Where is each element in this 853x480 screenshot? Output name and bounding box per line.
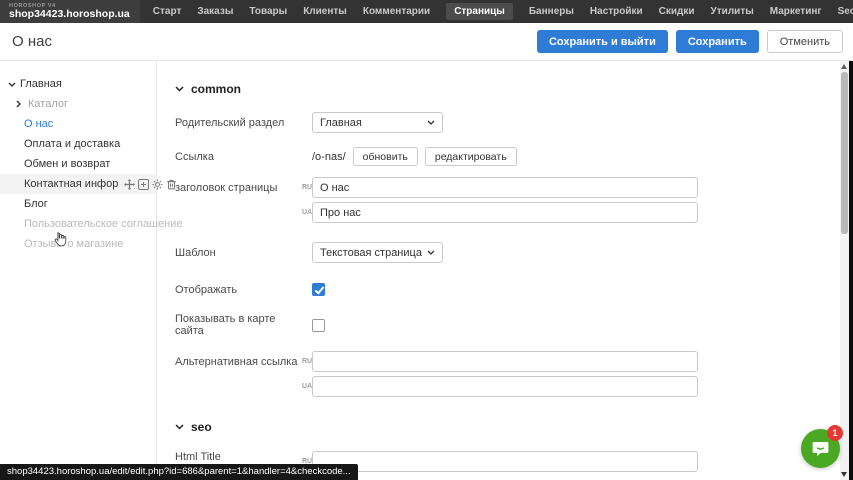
lang-badge-ru: RU bbox=[302, 184, 312, 191]
tree-item-otzyvy-o-magazine[interactable]: Отзывы о магазине bbox=[0, 234, 156, 254]
chevron-down-icon bbox=[427, 250, 435, 255]
alt-link-ua-row: UA bbox=[175, 376, 853, 397]
parent-section-select[interactable]: Главная bbox=[312, 112, 443, 133]
menu-item-orders[interactable]: Заказы bbox=[197, 3, 233, 20]
page-header: О нас Сохранить и выйти Сохранить Отмени… bbox=[0, 23, 853, 61]
field-label: Родительский раздел bbox=[175, 117, 302, 129]
link-row: Ссылка /o-nas/ обновить редактировать bbox=[175, 147, 853, 166]
tree-item-label: О нас bbox=[24, 118, 53, 130]
scroll-down-icon[interactable] bbox=[841, 472, 847, 477]
chevron-down-icon bbox=[175, 424, 184, 430]
field-label: Ссылка bbox=[175, 151, 302, 163]
menu-item-comments[interactable]: Комментарии bbox=[363, 3, 430, 20]
menu-item-banners[interactable]: Баннеры bbox=[529, 3, 574, 20]
tree-item-label: Главная bbox=[20, 78, 62, 90]
pages-tree-sidebar: Главная Каталог О нас Оплата и доставка … bbox=[0, 61, 157, 480]
chevron-down-icon bbox=[427, 120, 435, 125]
tree-item-o-nas[interactable]: О нас bbox=[0, 114, 156, 134]
chat-widget-button[interactable]: 1 bbox=[801, 429, 840, 468]
parent-section-row: Родительский раздел Главная bbox=[175, 112, 853, 133]
tree-item-blog[interactable]: Блог bbox=[0, 194, 156, 214]
body: Главная Каталог О нас Оплата и доставка … bbox=[0, 61, 853, 480]
display-checkbox[interactable] bbox=[312, 283, 325, 296]
select-value: Главная bbox=[320, 117, 362, 129]
vertical-scrollbar[interactable] bbox=[840, 61, 849, 480]
tree-item-kontaktnaya-infor[interactable]: Контактная инфор bbox=[0, 174, 156, 194]
html-title-ru-input[interactable] bbox=[312, 451, 698, 472]
tree-item-obmen-i-vozvrat[interactable]: Обмен и возврат bbox=[0, 154, 156, 174]
select-value: Текстовая страница bbox=[320, 247, 422, 259]
menu-item-settings[interactable]: Настройки bbox=[590, 3, 643, 20]
logo[interactable]: HOROSHOP V4 shop34423.horoshop.ua bbox=[0, 0, 140, 23]
page-edit-form: common Родительский раздел Главная Ссылк… bbox=[157, 61, 853, 480]
tree-item-label: Оплата и доставка bbox=[24, 138, 120, 150]
field-label: Альтернативная ссылка bbox=[175, 356, 302, 368]
topbar: HOROSHOP V4 shop34423.horoshop.ua Старт … bbox=[0, 0, 853, 23]
field-label: Шаблон bbox=[175, 247, 302, 259]
menu-item-seo[interactable]: Seo bbox=[838, 3, 853, 20]
main-menu: Старт Заказы Товары Клиенты Комментарии … bbox=[153, 3, 853, 20]
page-title-ua-input[interactable] bbox=[312, 202, 698, 223]
menu-item-start[interactable]: Старт bbox=[153, 3, 182, 20]
menu-item-utilities[interactable]: Утилиты bbox=[711, 3, 754, 20]
section-title: common bbox=[191, 82, 241, 96]
menu-item-clients[interactable]: Клиенты bbox=[303, 3, 347, 20]
tree-item-label: Блог bbox=[24, 198, 48, 210]
screen-edge-strip bbox=[849, 61, 853, 480]
link-edit-button[interactable]: редактировать bbox=[425, 147, 517, 166]
tree-item-oplata-i-dostavka[interactable]: Оплата и доставка bbox=[0, 134, 156, 154]
browser-status-url: shop34423.horoshop.ua/edit/edit.php?id=6… bbox=[0, 464, 358, 480]
save-button[interactable]: Сохранить bbox=[676, 30, 759, 53]
field-label: Html Title bbox=[175, 451, 221, 463]
section-seo-header[interactable]: seo bbox=[175, 419, 853, 434]
menu-item-products[interactable]: Товары bbox=[249, 3, 287, 20]
tree-item-katalog[interactable]: Каталог bbox=[0, 94, 156, 114]
chevron-right-icon[interactable] bbox=[16, 100, 24, 108]
move-icon[interactable] bbox=[124, 179, 135, 190]
tree-item-polzovatelskoe-soglashenie[interactable]: Пользовательское соглашение bbox=[0, 214, 156, 234]
cancel-button[interactable]: Отменить bbox=[767, 30, 843, 53]
chevron-down-icon bbox=[175, 86, 184, 92]
page-title: О нас bbox=[12, 33, 52, 50]
field-label: заголовок страницы bbox=[175, 182, 302, 194]
template-select[interactable]: Текстовая страница bbox=[312, 242, 443, 263]
section-title: seo bbox=[191, 420, 212, 434]
scrollbar-thumb[interactable] bbox=[841, 72, 848, 234]
tree-item-label: Отзывы о магазине bbox=[24, 238, 123, 250]
tree-item-label: Контактная инфор bbox=[24, 178, 118, 190]
scroll-up-icon[interactable] bbox=[841, 64, 847, 69]
sitemap-row: Показывать в карте сайта bbox=[175, 313, 853, 337]
alt-link-ua-input[interactable] bbox=[312, 376, 698, 397]
menu-item-pages[interactable]: Страницы bbox=[446, 3, 513, 20]
app-window: HOROSHOP V4 shop34423.horoshop.ua Старт … bbox=[0, 0, 853, 480]
link-refresh-button[interactable]: обновить bbox=[353, 147, 418, 166]
lang-badge-ua: UA bbox=[302, 209, 312, 216]
sitemap-checkbox[interactable] bbox=[312, 319, 325, 332]
tree-item-label: Обмен и возврат bbox=[24, 158, 110, 170]
field-label: Отображать bbox=[175, 284, 302, 296]
chat-bubble-icon bbox=[810, 438, 831, 459]
add-icon[interactable] bbox=[138, 179, 149, 190]
lang-badge-ua: UA bbox=[302, 383, 312, 390]
page-title-ru-row: заголовок страницы RU bbox=[175, 177, 853, 198]
link-path-value: /o-nas/ bbox=[312, 151, 346, 163]
tree-item-label: Каталог bbox=[28, 98, 68, 110]
menu-item-discounts[interactable]: Скидки bbox=[659, 3, 695, 20]
template-row: Шаблон Текстовая страница bbox=[175, 242, 853, 263]
save-and-exit-button[interactable]: Сохранить и выйти bbox=[537, 30, 668, 53]
menu-item-marketing[interactable]: Маркетинг bbox=[770, 3, 822, 20]
chat-unread-badge: 1 bbox=[827, 425, 843, 441]
page-title-ru-input[interactable] bbox=[312, 177, 698, 198]
display-row: Отображать bbox=[175, 283, 853, 296]
header-buttons: Сохранить и выйти Сохранить Отменить bbox=[537, 30, 843, 53]
chevron-down-icon[interactable] bbox=[8, 82, 16, 87]
alt-link-ru-row: Альтернативная ссылка RU bbox=[175, 351, 853, 372]
lang-badge-ru: RU bbox=[302, 358, 312, 365]
logo-domain: shop34423.horoshop.ua bbox=[9, 9, 130, 20]
section-common-header[interactable]: common bbox=[175, 81, 853, 96]
page-title-ua-row: UA bbox=[175, 202, 853, 223]
alt-link-ru-input[interactable] bbox=[312, 351, 698, 372]
tree-item-glavnaya[interactable]: Главная bbox=[0, 74, 156, 94]
field-label: Показывать в карте сайта bbox=[175, 313, 302, 337]
